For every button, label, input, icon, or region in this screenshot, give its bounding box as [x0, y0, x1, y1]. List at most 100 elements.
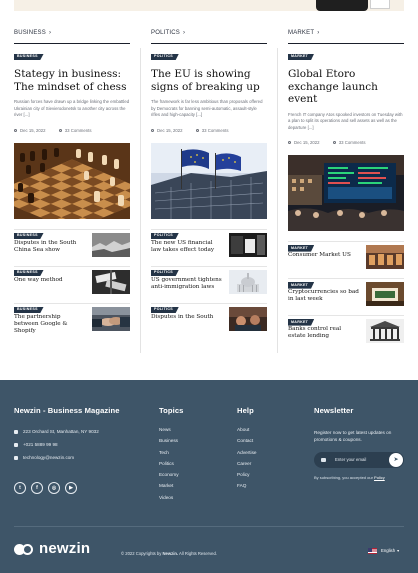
category-link-market[interactable]: MARKET ›	[288, 30, 404, 40]
footer-topics-heading: Topics	[159, 406, 184, 415]
subscribe-arrow-button[interactable]: ➤	[389, 453, 403, 467]
footer-address: 223 Orchard St, Manhattan, NY 9032	[14, 429, 120, 442]
footer-link-advertise[interactable]: Advertise	[237, 450, 257, 461]
logo-mark-ring	[22, 544, 33, 555]
list-item[interactable]: POLITICS Disputes in the South	[151, 302, 267, 340]
article-headline[interactable]: The EU is showing signs of breaking up	[151, 68, 267, 93]
article-hero-image-stock-exchange[interactable]	[288, 155, 404, 231]
twitter-icon[interactable]: t	[14, 482, 26, 494]
category-badge[interactable]: BUSINESS	[14, 232, 44, 240]
column-divider	[277, 48, 278, 353]
side-article-thumbnail[interactable]	[92, 269, 130, 294]
category-badge[interactable]: POLITICS	[151, 53, 179, 61]
list-item[interactable]: POLITICS US government tightens anti-imm…	[151, 265, 267, 303]
subscribe-note: By subscribing, you accepted our Policy	[314, 475, 406, 480]
article-meta: Dec 15, 2022 33 Comments	[14, 128, 130, 134]
instagram-icon[interactable]: ◎	[48, 482, 60, 494]
subscribe-note-text: By subscribing, you accepted our	[314, 475, 373, 480]
category-badge[interactable]: MARKET	[288, 245, 315, 252]
side-article-thumbnail[interactable]	[366, 245, 404, 269]
side-article-thumbnail[interactable]	[229, 306, 267, 331]
category-label: MARKET	[288, 30, 315, 36]
category-link-business[interactable]: BUSINESS ›	[14, 30, 130, 40]
article-hero-image-eu-flags[interactable]	[151, 142, 267, 219]
footer-link-news[interactable]: News	[159, 427, 184, 438]
side-article-thumbnail[interactable]	[366, 319, 404, 343]
category-badge[interactable]: BUSINESS	[14, 306, 44, 314]
footer-link-career[interactable]: Career	[237, 461, 257, 472]
list-item[interactable]: BUSINESS One way method	[14, 265, 130, 303]
side-article-title[interactable]: The partnership between Google & Shopify	[14, 314, 86, 336]
category-badge[interactable]: MARKET	[288, 282, 315, 289]
list-item[interactable]: MARKET Banks control real estate lending	[288, 315, 404, 352]
side-article-title[interactable]: One way method	[14, 277, 86, 284]
category-badge[interactable]: POLITICS	[151, 232, 179, 240]
footer-phone[interactable]: +021 5889 99 98	[14, 442, 120, 455]
list-item[interactable]: MARKET Consumer Market US	[288, 241, 404, 278]
side-article-thumbnail[interactable]	[366, 282, 404, 306]
chevron-right-icon: ›	[317, 30, 320, 36]
chevron-right-icon: ›	[48, 30, 52, 36]
category-badge[interactable]: POLITICS	[151, 269, 179, 277]
policy-link[interactable]: Policy	[374, 475, 385, 480]
newsletter-email-input[interactable]: Enter your email ➤	[314, 452, 404, 468]
article-date: Dec 15, 2022	[157, 127, 183, 133]
footer-link-faq[interactable]: FAQ	[237, 483, 257, 494]
category-badge[interactable]: MARKET	[288, 53, 315, 61]
category-rule	[151, 43, 267, 44]
footer-newsletter: Newsletter Register now to get latest up…	[314, 406, 406, 480]
footer-link-market[interactable]: Market	[159, 483, 184, 494]
side-article-title[interactable]: Cryptocurrencies so bad in last week	[288, 289, 360, 303]
footer-newsletter-heading: Newsletter	[314, 406, 354, 415]
category-badge[interactable]: POLITICS	[151, 306, 179, 314]
footer-link-politics[interactable]: Politics	[159, 461, 184, 472]
footer-email[interactable]: technology@newzin.com	[14, 455, 120, 468]
facebook-icon[interactable]: f	[31, 482, 43, 494]
category-badge[interactable]: BUSINESS	[14, 269, 44, 277]
side-article-thumbnail[interactable]	[92, 306, 130, 331]
side-article-thumbnail[interactable]	[229, 269, 267, 294]
side-article-list: BUSINESS Disputes in the South China Sea…	[14, 228, 130, 340]
list-item[interactable]: BUSINESS Disputes in the South China Sea…	[14, 228, 130, 266]
side-article-title[interactable]: Disputes in the South China Sea show	[14, 240, 86, 254]
footer-topics: Topics News Business Tech Politics Econo…	[159, 406, 184, 506]
comment-icon	[58, 128, 62, 132]
side-article-title[interactable]: US government tightens anti-immigration …	[151, 277, 223, 291]
category-label: BUSINESS	[14, 30, 46, 36]
category-label: POLITICS	[151, 30, 180, 36]
youtube-icon[interactable]: ▶	[65, 482, 77, 494]
article-headline[interactable]: Global Etoro exchange launch event	[288, 68, 404, 106]
category-badge[interactable]: MARKET	[288, 319, 315, 326]
side-article-title[interactable]: Disputes in the South	[151, 314, 223, 321]
list-item[interactable]: BUSINESS The partnership between Google …	[14, 302, 130, 340]
side-article-thumbnail[interactable]	[92, 232, 130, 257]
side-article-title[interactable]: The new US financial law takes effect to…	[151, 240, 223, 254]
article-comments[interactable]: 33 Comments	[65, 128, 92, 133]
footer-help: Help About Contact Advertise Career Poli…	[237, 406, 257, 495]
article-hero-image-chess[interactable]	[14, 142, 130, 219]
footer-help-heading: Help	[237, 406, 254, 415]
footer-link-videos[interactable]: Videos	[159, 495, 184, 506]
address-text: 223 Orchard St, Manhattan, NY 9032	[23, 429, 99, 434]
footer-link-economy[interactable]: Economy	[159, 472, 184, 483]
footer-link-business[interactable]: Business	[159, 438, 184, 449]
side-article-title[interactable]: Banks control real estate lending	[288, 326, 360, 340]
category-link-politics[interactable]: POLITICS ›	[151, 30, 267, 40]
list-item[interactable]: MARKET Cryptocurrencies so bad in last w…	[288, 278, 404, 315]
us-flag-icon	[368, 548, 377, 554]
article-comments[interactable]: 33 Comments	[202, 128, 229, 133]
category-badge[interactable]: BUSINESS	[14, 53, 44, 61]
list-item[interactable]: POLITICS The new US financial law takes …	[151, 228, 267, 266]
side-article-title[interactable]: Consumer Market US	[288, 252, 360, 259]
copyright-brand[interactable]: Newzin.	[163, 551, 179, 556]
chevron-down-icon: ▾	[397, 548, 400, 554]
column-politics: POLITICS › POLITICS The EU is showing sig…	[151, 30, 267, 340]
side-article-thumbnail[interactable]	[229, 232, 267, 257]
language-selector[interactable]: English ▾	[368, 548, 399, 554]
footer-link-contact[interactable]: Contact	[237, 438, 257, 449]
footer-link-policy[interactable]: Policy	[237, 472, 257, 483]
article-headline[interactable]: Stategy in business: The mindset of ches…	[14, 68, 130, 93]
article-comments[interactable]: 33 Comments	[339, 140, 366, 145]
footer-link-tech[interactable]: Tech	[159, 450, 184, 461]
footer-link-about[interactable]: About	[237, 427, 257, 438]
